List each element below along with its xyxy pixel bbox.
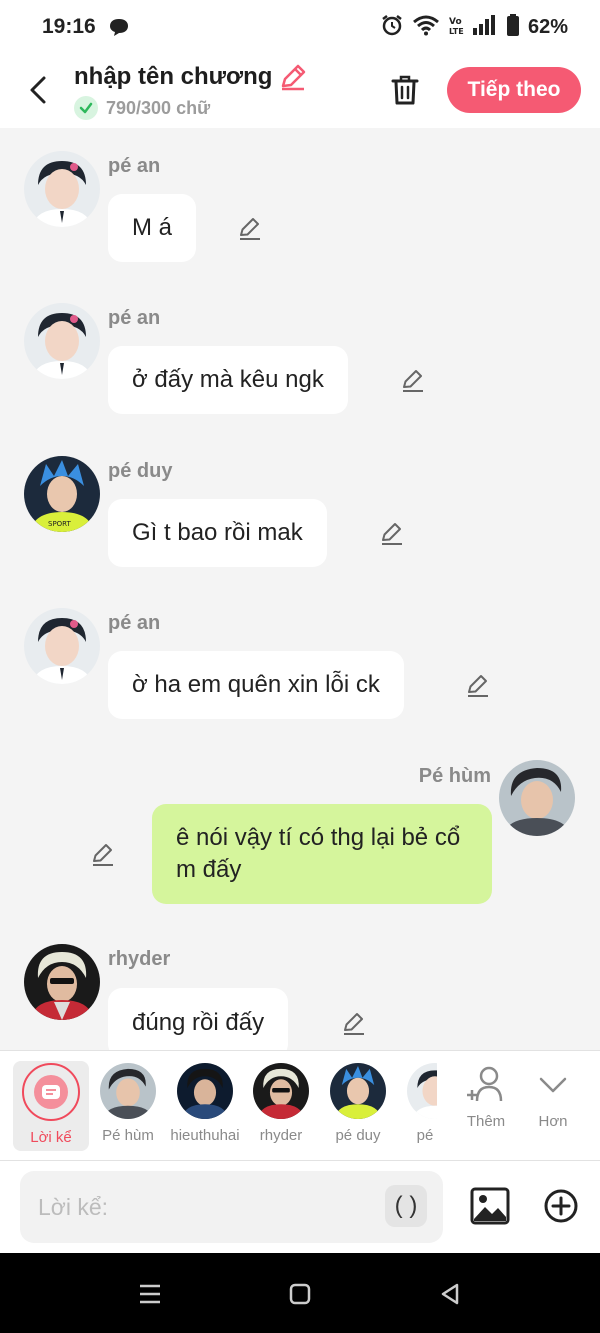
narrator-icon	[22, 1063, 80, 1121]
add-character-button[interactable]: Thêm	[456, 1065, 516, 1145]
sender-name: Pé hùm	[418, 765, 491, 787]
edit-message-icon[interactable]	[399, 366, 427, 394]
avatar	[330, 1063, 386, 1119]
image-icon	[470, 1187, 510, 1225]
chevron-left-icon	[30, 76, 46, 104]
message-bubble[interactable]: M á	[108, 194, 197, 262]
sender-name: rhyder	[108, 948, 171, 970]
avatar[interactable]	[24, 944, 100, 1020]
edit-message-icon[interactable]	[236, 214, 264, 242]
avatar[interactable]	[499, 760, 575, 836]
word-count: 790/300 chữ	[106, 97, 211, 118]
add-character-label: Thêm	[466, 1113, 506, 1130]
sender-name: pé an	[108, 612, 161, 634]
check-icon	[74, 96, 98, 120]
message-bubble[interactable]: Gì t bao rồi mak	[108, 499, 327, 567]
sender-name: pé an	[108, 155, 161, 177]
character-item[interactable]: Pé hùm	[90, 1061, 166, 1151]
signal-icon	[472, 14, 498, 41]
character-item[interactable]: pé duy	[320, 1061, 396, 1151]
character-label: pé	[416, 1127, 434, 1144]
status-time: 19:16	[42, 15, 96, 38]
avatar	[253, 1063, 309, 1119]
parentheses-button[interactable]: ( )	[385, 1185, 427, 1227]
header: nhập tên chương 790/300 chữ Tiếp theo	[0, 54, 600, 128]
character-narrator[interactable]: Lời kể	[13, 1061, 89, 1151]
avatar[interactable]	[24, 608, 100, 684]
character-label: rhyder	[259, 1127, 303, 1144]
character-item[interactable]: pé	[397, 1061, 437, 1151]
battery-percent: 62%	[527, 15, 568, 38]
message-bubble[interactable]: ê nói vậy tí có thg lại bẻ cổ m đấy	[152, 804, 492, 904]
character-label: Lời kể	[30, 1129, 72, 1146]
edit-message-icon[interactable]	[464, 671, 492, 699]
chapter-title[interactable]: nhập tên chương	[74, 63, 272, 91]
plus-circle-icon	[544, 1189, 578, 1223]
composer: ( )	[0, 1160, 600, 1253]
character-selector: Lời kể Pé hùm hieuthuhai rhyder pé duy p…	[0, 1050, 600, 1160]
recent-apps-button[interactable]	[135, 1279, 165, 1309]
character-item[interactable]: hieuthuhai	[167, 1061, 243, 1151]
sender-name: pé an	[108, 307, 161, 329]
next-button[interactable]: Tiếp theo	[447, 67, 581, 113]
message-bubble[interactable]: đúng rồi đấy	[108, 988, 289, 1050]
avatar[interactable]	[24, 151, 100, 227]
home-button[interactable]	[285, 1279, 315, 1309]
more-button[interactable]: Hơn	[523, 1065, 583, 1145]
character-label: Pé hùm	[102, 1127, 154, 1144]
battery-icon	[506, 13, 520, 42]
message-bubble[interactable]: ờ ha em quên xin lỗi ck	[108, 651, 404, 719]
edit-message-icon[interactable]	[378, 519, 406, 547]
chevron-down-icon	[539, 1077, 567, 1093]
add-button[interactable]	[541, 1186, 581, 1226]
insert-image-button[interactable]	[470, 1186, 510, 1226]
home-square-icon	[289, 1283, 311, 1305]
svg-text:SPORT: SPORT	[48, 520, 72, 528]
chapter-title-area[interactable]: nhập tên chương 790/300 chữ	[74, 62, 308, 120]
avatar[interactable]	[24, 303, 100, 379]
sender-name: pé duy	[108, 460, 173, 482]
avatar[interactable]: SPORT	[24, 456, 100, 532]
status-icons: Vo LTE 62%	[380, 13, 568, 42]
edit-message-icon[interactable]	[340, 1009, 368, 1037]
avatar	[100, 1063, 156, 1119]
more-label: Hơn	[538, 1113, 568, 1130]
pencil-icon[interactable]	[278, 62, 308, 92]
character-label: pé duy	[335, 1127, 381, 1144]
message-input-box[interactable]: ( )	[20, 1171, 443, 1243]
back-system-button[interactable]	[435, 1279, 465, 1309]
character-label: hieuthuhai	[170, 1127, 240, 1144]
message-input[interactable]	[38, 1189, 368, 1225]
volte-icon: Vo LTE	[448, 14, 464, 41]
avatar	[177, 1063, 233, 1119]
delete-button[interactable]	[388, 72, 422, 108]
add-person-icon	[467, 1066, 503, 1102]
avatar	[407, 1063, 437, 1119]
message-bubble[interactable]: ở đấy mà kêu ngk	[108, 346, 348, 414]
chat-bubble-icon	[108, 17, 130, 37]
back-button[interactable]	[22, 70, 54, 110]
wifi-icon	[412, 14, 440, 41]
character-item[interactable]: rhyder	[243, 1061, 319, 1151]
status-bar: 19:16 Vo LTE 62%	[0, 0, 600, 54]
chat-area[interactable]: pé an M á pé an ở đấy mà kêu ngk SPORT p…	[0, 128, 600, 1050]
alarm-icon	[380, 13, 404, 42]
trash-icon	[391, 75, 419, 105]
svg-text:Vo: Vo	[449, 17, 462, 27]
back-triangle-icon	[441, 1283, 459, 1305]
menu-lines-icon	[140, 1284, 160, 1304]
svg-text:LTE: LTE	[449, 27, 464, 36]
edit-message-icon[interactable]	[89, 840, 117, 868]
system-nav-bar	[0, 1253, 600, 1333]
